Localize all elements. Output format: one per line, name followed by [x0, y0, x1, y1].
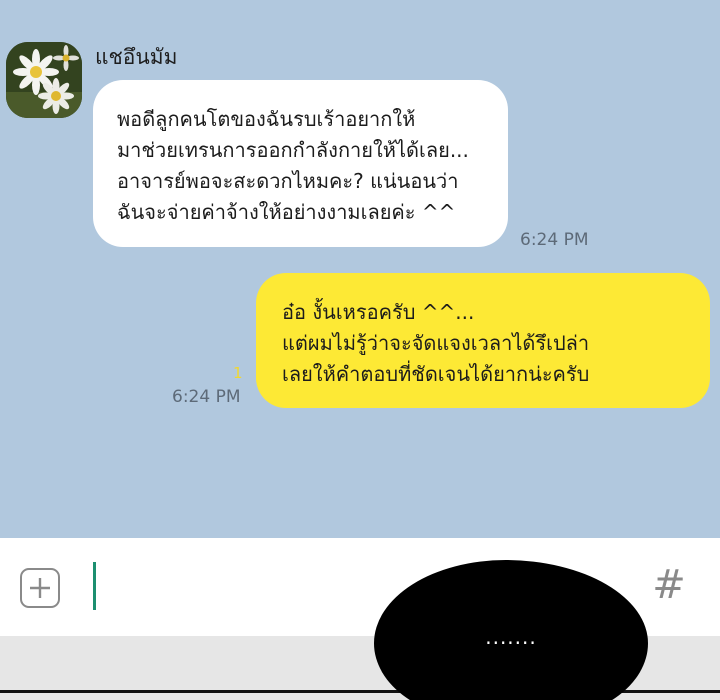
- contact-avatar[interactable]: [6, 42, 82, 118]
- outgoing-message-time: 6:24 PM: [172, 387, 241, 407]
- message-line: พอดีลูกคนโตของฉันรบเร้าอยากให้: [117, 107, 416, 131]
- message-line: เลยให้คำตอบที่ชัดเจนได้ยากน่ะครับ: [282, 362, 590, 386]
- incoming-message-time: 6:24 PM: [520, 230, 589, 250]
- plus-box-icon[interactable]: [20, 568, 60, 608]
- daisy-flowers-photo-icon: [6, 42, 82, 118]
- chat-message-area[interactable]: แชอึนมัม พอดีลูกคนโตของฉันรบเร้าอยากให้ …: [0, 0, 720, 538]
- outgoing-message-bubble[interactable]: อ๋อ งั้นเหรอครับ ^^... แต่ผมไม่รู้ว่าจะจ…: [256, 273, 710, 408]
- hashtag-icon[interactable]: #: [648, 560, 690, 610]
- message-line: แต่ผมไม่รู้ว่าจะจัดแจงเวลาได้รึเปล่า: [282, 331, 590, 355]
- plus-icon: [30, 578, 50, 598]
- message-text-input[interactable]: [93, 562, 96, 610]
- contact-name: แชอึนมัม: [95, 45, 178, 69]
- message-line: อ๋อ งั้นเหรอครับ ^^...: [282, 300, 475, 324]
- message-line: มาช่วยเทรนการออกกำลังกายให้ได้เลย...: [117, 138, 469, 162]
- speech-bubble-text: .......: [485, 625, 537, 649]
- chat-screen: แชอึนมัม พอดีลูกคนโตของฉันรบเร้าอยากให้ …: [0, 0, 720, 700]
- message-line: ฉันจะจ่ายค่าจ้างให้อย่างงามเลยค่ะ ^^: [117, 200, 456, 224]
- message-line: อาจารย์พอจะสะดวกไหมคะ? แน่นอนว่า: [117, 169, 459, 193]
- incoming-message-bubble[interactable]: พอดีลูกคนโตของฉันรบเร้าอยากให้ มาช่วยเทร…: [93, 80, 508, 247]
- read-receipt-count: 1: [233, 364, 243, 382]
